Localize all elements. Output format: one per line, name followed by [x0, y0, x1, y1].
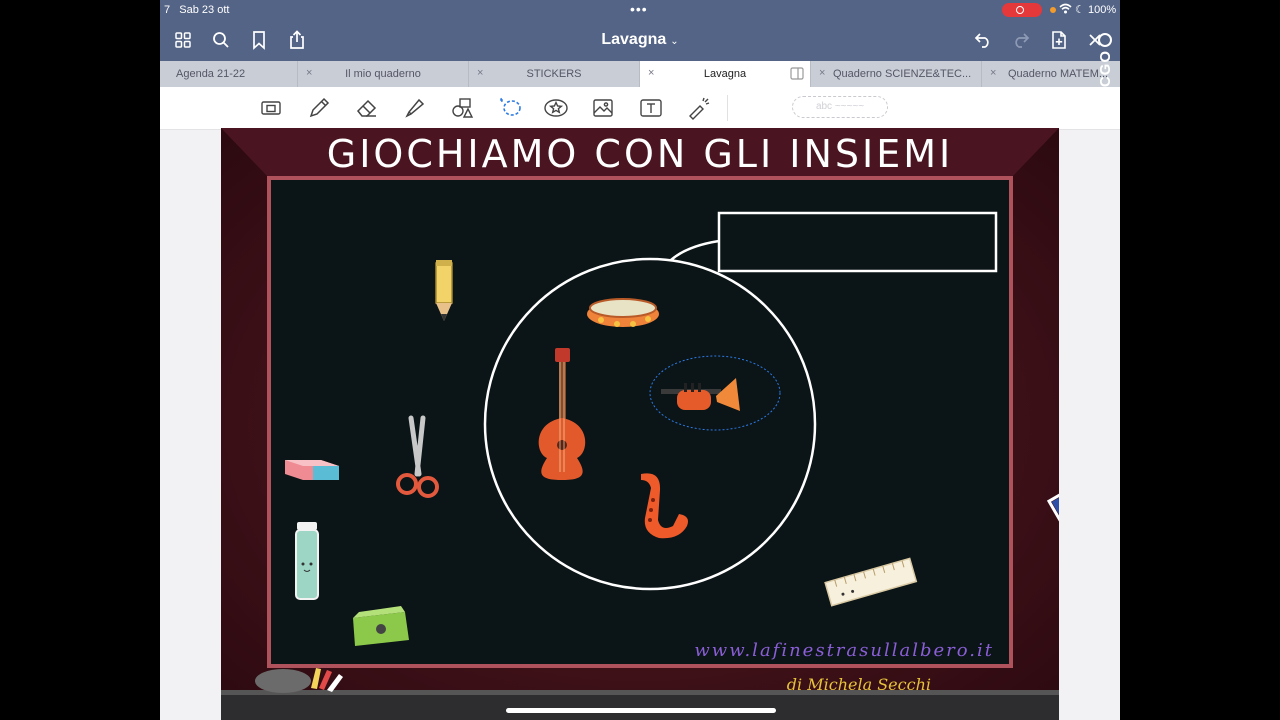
notebook-page[interactable]: www.lafinestrasullalbero.it di Michela S…	[221, 128, 1059, 720]
tab-close-icon[interactable]: ×	[819, 67, 825, 79]
glue-stick-sticker[interactable]	[295, 522, 319, 600]
laser-pointer-icon[interactable]	[685, 95, 713, 121]
highlighter-icon[interactable]	[401, 95, 429, 121]
toolbar-divider	[727, 95, 728, 121]
tab-close-icon[interactable]: ×	[990, 67, 996, 79]
screen-recording-indicator	[1002, 3, 1042, 17]
battery-level: 100%	[1088, 4, 1117, 16]
chevron-down-icon[interactable]: ⌄	[670, 36, 678, 47]
split-view-icon[interactable]	[790, 67, 804, 83]
chalkboard-drawing: www.lafinestrasullalbero.it di Michela S…	[221, 128, 1059, 720]
redo-icon[interactable]	[1008, 28, 1034, 52]
chalkboard-surface	[267, 176, 1013, 668]
undo-icon[interactable]	[970, 28, 996, 52]
recorder-watermark: ECGO	[1094, 30, 1118, 102]
author-credit: di Michela Secchi	[787, 675, 931, 694]
tambourine-sticker[interactable]	[587, 298, 659, 327]
title-bar: Lavagna ⌄	[160, 20, 1120, 61]
tab-bar: Agenda 21-22 × Il mio quaderno × STICKER…	[160, 61, 1120, 87]
shapes-icon[interactable]	[449, 95, 477, 121]
tab-lavagna[interactable]: × Lavagna	[640, 61, 811, 87]
pen-icon[interactable]	[305, 95, 333, 121]
home-indicator[interactable]	[506, 708, 776, 713]
textbox-icon[interactable]	[637, 95, 665, 121]
zoom-window-icon[interactable]	[257, 95, 285, 121]
mic-in-use-dot	[1050, 7, 1056, 13]
app-window: 7 Sab 23 ott ••• ☾ 100% Lavagna ⌄ Agenda…	[160, 0, 1120, 720]
lasso-icon[interactable]	[497, 95, 525, 121]
do-not-disturb-icon: ☾	[1075, 4, 1085, 16]
page-title: GIOCHIAMO CON GLI INSIEMI	[326, 132, 954, 176]
wifi-icon	[1059, 3, 1072, 17]
website-credit: www.lafinestrasullalbero.it	[694, 640, 994, 661]
pen-preset-preview[interactable]: abc ~~~~~	[792, 96, 888, 118]
tab-quaderno-scienze[interactable]: × Quaderno SCIENZE&TEC...	[811, 61, 982, 87]
status-date: 7 Sab 23 ott	[164, 4, 230, 16]
record-ring-icon	[1098, 33, 1112, 47]
tool-bar: abc ~~~~~	[160, 87, 1120, 130]
eraser-icon[interactable]	[353, 95, 381, 121]
add-page-icon[interactable]	[1046, 28, 1072, 52]
image-icon[interactable]	[589, 95, 617, 121]
tab-il-mio-quaderno[interactable]: × Il mio quaderno	[298, 61, 469, 87]
status-bar: 7 Sab 23 ott ••• ☾ 100%	[160, 0, 1120, 20]
sharpener-sticker[interactable]	[353, 606, 409, 646]
tab-agenda[interactable]: Agenda 21-22	[160, 61, 298, 87]
sticker-icon[interactable]	[542, 95, 570, 121]
multitasking-dots[interactable]: •••	[630, 1, 648, 17]
tab-stickers[interactable]: × STICKERS	[469, 61, 640, 87]
